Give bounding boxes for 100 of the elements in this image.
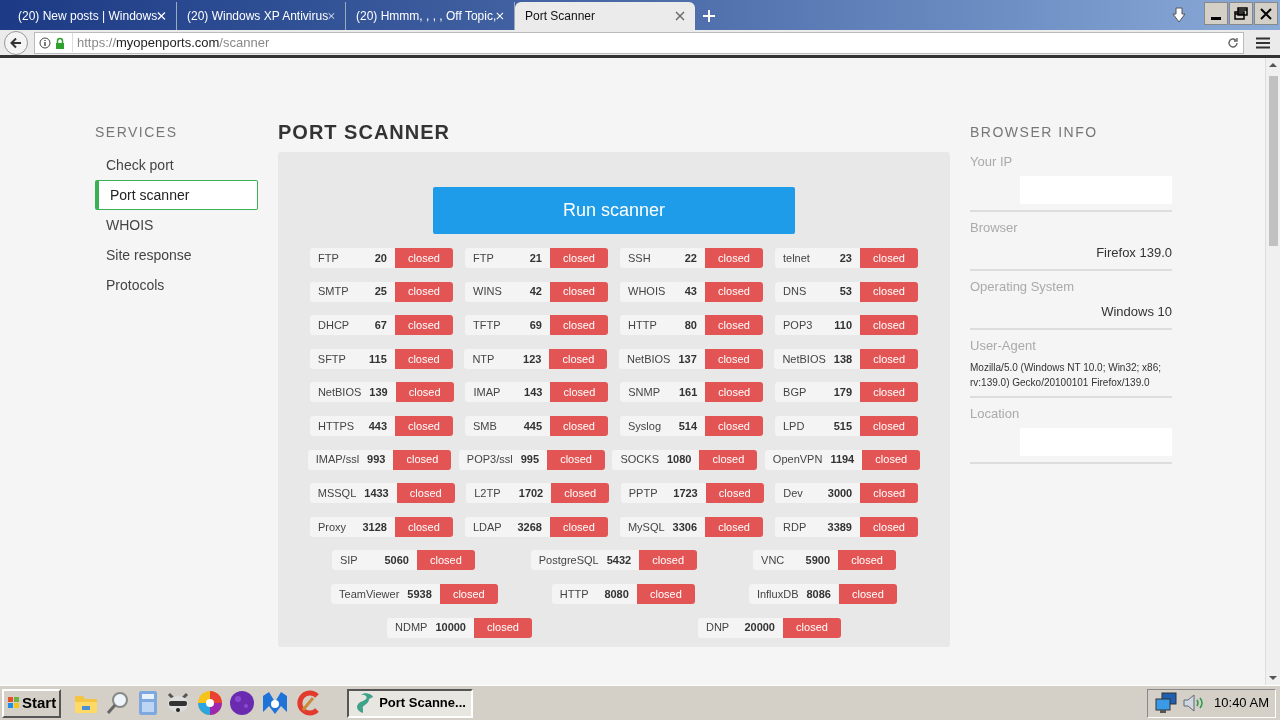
browser-info-heading: BROWSER INFO <box>970 123 1099 142</box>
service-name: FTP <box>318 250 339 266</box>
service-name: NetBIOS <box>627 351 671 367</box>
service-name: DNP <box>706 620 730 636</box>
port-status-badge: closed <box>705 281 763 302</box>
port-status-badge: closed <box>860 248 918 268</box>
service-name: WHOIS <box>628 284 666 300</box>
reload-icon[interactable] <box>1227 36 1239 49</box>
port-number: 20000 <box>744 620 775 636</box>
service-name: SIP <box>339 553 358 569</box>
port-number: 25 <box>374 284 387 300</box>
broom-logo-icon[interactable] <box>295 690 322 716</box>
port-status-badge: closed <box>439 583 498 604</box>
scrollbar-thumb[interactable] <box>1268 76 1278 246</box>
sidebar-item[interactable]: Site response <box>95 240 258 270</box>
port-number: 123 <box>523 351 542 367</box>
menu-icon[interactable] <box>1256 36 1270 49</box>
service-name: BGP <box>783 385 807 401</box>
port-number: 1702 <box>518 485 544 501</box>
sidebar-item[interactable]: Check port <box>95 150 258 180</box>
field-value: Firefox 139.0 <box>1096 244 1172 262</box>
port-status-badge: closed <box>705 516 764 537</box>
sidebar-item[interactable]: Port scanner <box>95 180 258 210</box>
port-status-badge: closed <box>636 583 695 604</box>
port-status-badge: closed <box>474 617 532 638</box>
m-logo-icon[interactable] <box>261 690 290 716</box>
port-number: 514 <box>678 418 697 434</box>
sphere-icon[interactable] <box>229 690 256 716</box>
start-button[interactable]: Start <box>2 688 62 718</box>
service-name: IMAP/ssl <box>315 452 360 468</box>
port-number: 3306 <box>672 519 698 535</box>
port-number: 53 <box>839 284 852 300</box>
port-number: 445 <box>523 418 542 434</box>
sidebar-item[interactable]: Protocols <box>95 270 258 300</box>
port-status-badge: closed <box>860 348 919 369</box>
field-value: Mozilla/5.0 (Windows NT 10.0; Win32; x86; rv:139.0) Gecko/20100101 Firefox/139.0 <box>970 361 1162 390</box>
port-status-badge: closed <box>550 415 608 436</box>
download-icon[interactable] <box>1172 7 1186 23</box>
port-status-badge: closed <box>838 550 897 571</box>
service-name: DHCP <box>318 317 350 333</box>
browser-tab[interactable]: Port Scanner <box>515 2 695 30</box>
port-number: 1194 <box>830 452 855 468</box>
service-name: HTTP <box>559 586 589 602</box>
clock[interactable]: 10:40 AM <box>1214 693 1269 713</box>
back-button[interactable] <box>4 30 28 55</box>
port-number: 80 <box>684 317 697 333</box>
service-name: SOCKS <box>620 452 659 468</box>
windows-logo-icon <box>7 696 21 710</box>
port-status-badge: closed <box>547 449 606 470</box>
port-number: 3128 <box>362 519 387 535</box>
restore-button[interactable] <box>1229 2 1253 25</box>
port-number: 8086 <box>806 586 831 602</box>
port-number: 443 <box>368 418 387 434</box>
sidebar-item[interactable]: WHOIS <box>95 210 258 240</box>
port-status-badge: closed <box>394 348 453 369</box>
port-status-badge: closed <box>549 516 608 537</box>
close-button[interactable] <box>1254 2 1278 25</box>
taskbar-window-button[interactable]: Port Scanne... <box>347 688 474 718</box>
port-status-badge: closed <box>838 583 897 604</box>
port-status-badge: closed <box>551 483 610 504</box>
port-status-badge: closed <box>705 382 764 403</box>
port-number: 995 <box>520 452 540 468</box>
port-status-badge: closed <box>550 281 608 302</box>
port-number: 110 <box>834 317 852 333</box>
port-number: 137 <box>678 351 697 367</box>
service-name: POP3 <box>783 317 813 333</box>
port-status-badge: closed <box>783 617 841 638</box>
port-number: 5432 <box>606 553 632 569</box>
port-status-badge: closed <box>699 449 758 470</box>
info-icon[interactable] <box>39 36 51 49</box>
service-name: VNC <box>761 553 785 569</box>
port-status-badge: closed <box>395 248 453 268</box>
service-name: TeamViewer <box>339 586 400 602</box>
close-icon[interactable] <box>675 11 685 21</box>
service-name: MSSQL <box>317 485 357 501</box>
port-status-badge: closed <box>550 382 609 403</box>
port-number: 115 <box>369 351 387 367</box>
service-name: SNMP <box>628 385 661 401</box>
address-bar[interactable]: https://myopenports.com/scanner <box>34 31 1244 54</box>
port-number: 5060 <box>384 553 409 569</box>
port-number: 21 <box>529 250 542 266</box>
port-number: 161 <box>678 385 698 401</box>
field-label: Browser <box>970 218 1019 237</box>
port-number: 23 <box>839 250 852 266</box>
minimize-button[interactable] <box>1204 2 1228 25</box>
port-number: 138 <box>833 351 853 367</box>
port-status-badge: closed <box>860 516 918 537</box>
restore-icon <box>1234 7 1248 20</box>
port-number: 69 <box>529 317 542 333</box>
service-name: POP3/ssl <box>466 452 513 468</box>
port-status-badge: closed <box>395 382 454 403</box>
service-name: TFTP <box>473 317 501 333</box>
field-label: Operating System <box>970 277 1076 296</box>
color-wheel-icon[interactable] <box>197 690 224 716</box>
port-status-badge: closed <box>705 248 763 268</box>
network-icon[interactable] <box>1154 692 1179 714</box>
close-icon <box>1260 7 1272 20</box>
port-number: 5900 <box>805 553 831 569</box>
service-name: PostgreSQL <box>538 553 599 569</box>
scrollbar[interactable] <box>1265 58 1280 685</box>
